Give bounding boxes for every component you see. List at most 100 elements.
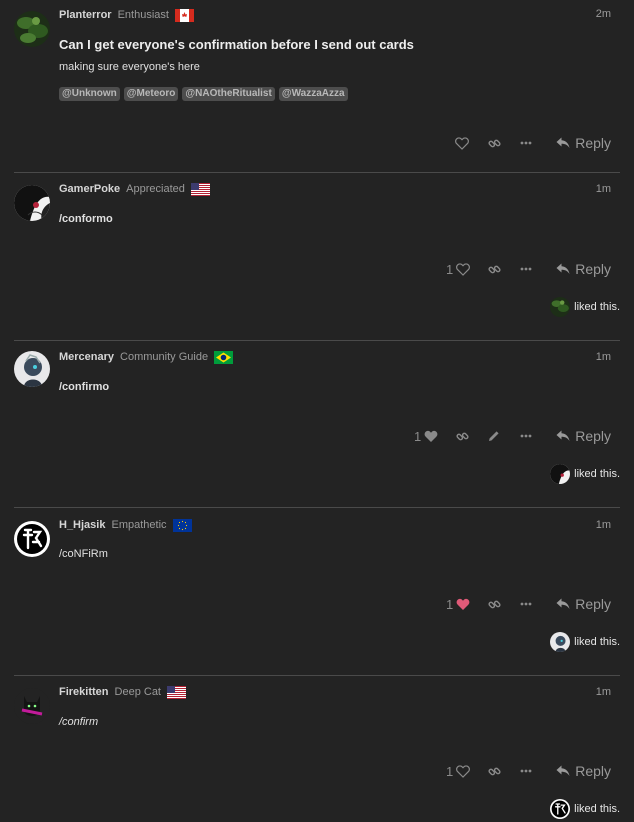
copy-link-button[interactable]	[446, 427, 478, 445]
liker-avatar[interactable]	[550, 297, 571, 317]
post-meta: H_Hjasik Empathetic	[59, 517, 192, 533]
liked-by: liked this.	[550, 464, 620, 484]
reply-label: Reply	[575, 135, 611, 151]
post-time[interactable]: 1m	[596, 686, 611, 698]
copy-link-button[interactable]	[478, 762, 510, 780]
post-divider	[14, 172, 620, 173]
link-icon	[488, 767, 501, 775]
liked-by: liked this.	[550, 297, 620, 317]
username[interactable]: Mercenary	[59, 351, 114, 363]
liked-by: liked this.	[550, 799, 620, 819]
reply-arrow-icon	[556, 263, 570, 274]
mention-link[interactable]: @Unknown	[59, 87, 120, 101]
post-actions: 1 Reply	[434, 595, 611, 613]
reply-arrow-icon	[556, 765, 570, 776]
avatar[interactable]	[14, 11, 50, 47]
more-options-button[interactable]	[510, 260, 542, 278]
avatar[interactable]	[14, 521, 50, 557]
liker-avatar[interactable]	[550, 632, 571, 652]
post-time[interactable]: 2m	[596, 8, 611, 20]
reply-label: Reply	[575, 596, 611, 612]
post-divider	[14, 675, 620, 676]
post-body: /confirm	[59, 716, 99, 728]
liker-avatar[interactable]	[550, 464, 571, 484]
like-button[interactable]	[446, 134, 478, 152]
username[interactable]: Firekitten	[59, 686, 109, 698]
post-body: /confirmo	[59, 381, 110, 393]
reply-button[interactable]: Reply	[556, 261, 611, 277]
brazil-flag-icon	[214, 350, 234, 364]
user-title: Empathetic	[111, 519, 167, 531]
avatar[interactable]	[14, 351, 50, 387]
post-meta: Planterror Enthusiast	[59, 7, 194, 23]
post-divider	[14, 340, 620, 341]
like-button[interactable]: 1	[434, 597, 478, 612]
more-options-button[interactable]	[510, 134, 542, 152]
post-body: /conformo	[59, 213, 113, 225]
link-icon	[488, 139, 501, 147]
usa-flag-icon	[167, 685, 186, 699]
copy-link-button[interactable]	[478, 260, 510, 278]
post-actions: 1 Reply	[434, 260, 611, 278]
heart-outline-icon	[456, 764, 471, 778]
like-count[interactable]: 1	[446, 597, 453, 612]
user-title: Enthusiast	[117, 9, 169, 21]
post-actions: 1 Reply	[402, 427, 611, 445]
like-count[interactable]: 1	[446, 262, 453, 277]
usa-flag-icon	[190, 182, 210, 196]
user-title: Community Guide	[120, 351, 209, 363]
heart-outline-icon	[456, 262, 471, 276]
post-time[interactable]: 1m	[596, 519, 611, 531]
like-button[interactable]: 1	[434, 764, 478, 779]
canada-flag-icon	[174, 8, 194, 22]
post-title: Can I get everyone's confirmation before…	[59, 37, 414, 52]
more-options-button[interactable]	[510, 595, 542, 613]
link-icon	[488, 265, 501, 273]
reply-button[interactable]: Reply	[556, 763, 611, 779]
ellipsis-icon	[520, 769, 532, 773]
edit-button[interactable]	[478, 427, 510, 445]
ellipsis-icon	[520, 267, 532, 271]
like-button[interactable]: 1	[434, 262, 478, 277]
liked-text: liked this.	[574, 803, 620, 815]
eu-flag-icon	[172, 518, 192, 532]
like-count[interactable]: 1	[446, 764, 453, 779]
post-meta: Mercenary Community Guide	[59, 349, 234, 365]
post-divider	[14, 507, 620, 508]
more-options-button[interactable]	[510, 427, 542, 445]
username[interactable]: Planterror	[59, 9, 112, 21]
avatar[interactable]	[14, 185, 50, 221]
reply-arrow-icon	[556, 430, 570, 441]
copy-link-button[interactable]	[478, 134, 510, 152]
liked-text: liked this.	[574, 468, 620, 480]
copy-link-button[interactable]	[478, 595, 510, 613]
username[interactable]: GamerPoke	[59, 183, 120, 195]
post-time[interactable]: 1m	[596, 183, 611, 195]
like-count[interactable]: 1	[414, 429, 421, 444]
reply-label: Reply	[575, 428, 611, 444]
avatar[interactable]	[14, 688, 50, 724]
user-title: Appreciated	[126, 183, 185, 195]
ellipsis-icon	[520, 434, 532, 438]
ellipsis-icon	[520, 141, 532, 145]
heart-outline-icon	[455, 136, 470, 150]
mention-link[interactable]: @WazzaAzza	[278, 87, 348, 101]
mention-list: @Unknown @Meteoro @NAOtheRitualist @Wazz…	[59, 87, 348, 101]
post-meta: GamerPoke Appreciated	[59, 181, 210, 197]
more-options-button[interactable]	[510, 762, 542, 780]
reply-label: Reply	[575, 261, 611, 277]
pencil-icon	[489, 431, 499, 441]
reply-button[interactable]: Reply	[556, 428, 611, 444]
like-button[interactable]: 1	[402, 429, 446, 444]
liked-by: liked this.	[550, 632, 620, 652]
reply-button[interactable]: Reply	[556, 596, 611, 612]
post-time[interactable]: 1m	[596, 351, 611, 363]
reply-button[interactable]: Reply	[556, 135, 611, 151]
username[interactable]: H_Hjasik	[59, 519, 105, 531]
link-icon	[456, 432, 469, 440]
mention-link[interactable]: @Meteoro	[123, 87, 179, 101]
liked-text: liked this.	[574, 301, 620, 313]
liked-text: liked this.	[574, 636, 620, 648]
mention-link[interactable]: @NAOtheRitualist	[182, 87, 275, 101]
liker-avatar[interactable]	[550, 799, 571, 819]
